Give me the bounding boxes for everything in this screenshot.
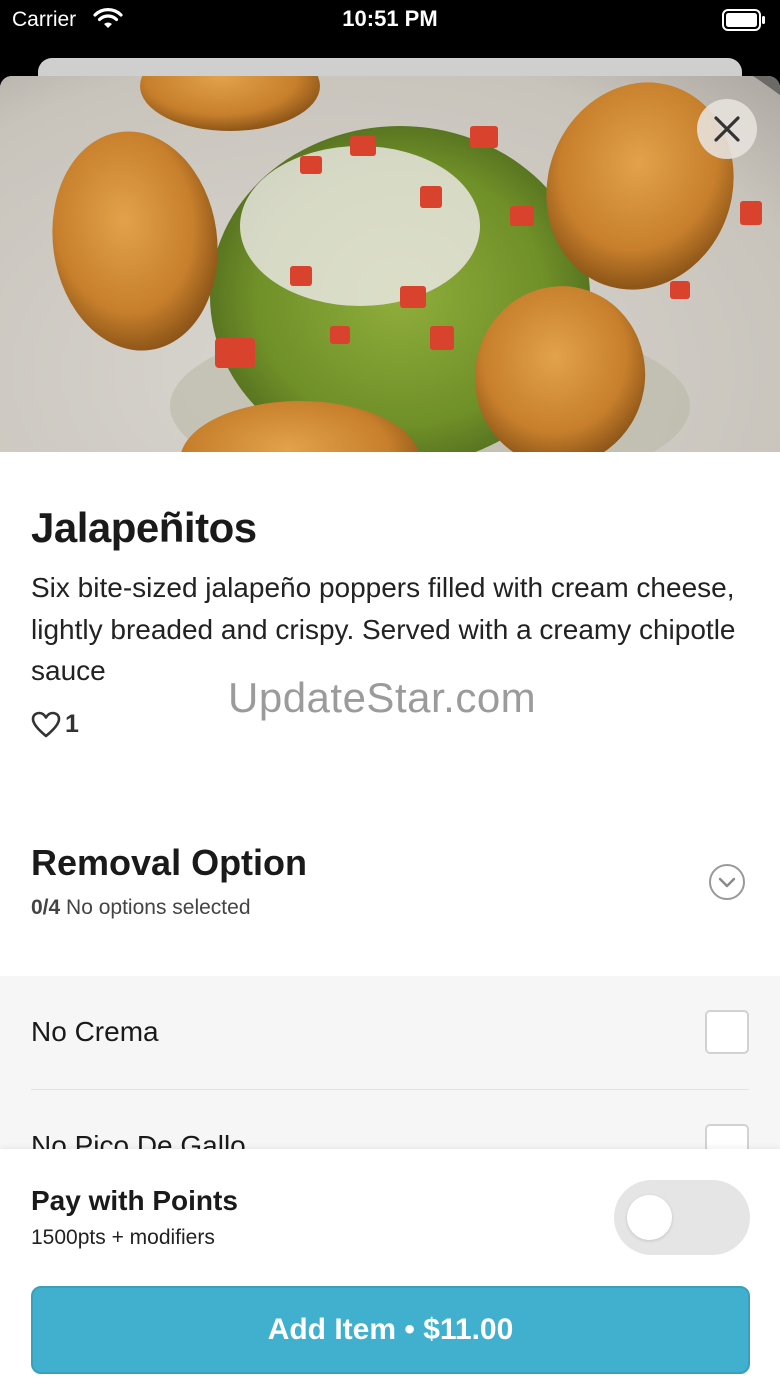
- item-description: Six bite-sized jalapeño poppers filled w…: [31, 572, 736, 686]
- close-icon: [714, 116, 740, 142]
- like-button[interactable]: 1: [31, 710, 79, 739]
- section-toggle[interactable]: [708, 863, 746, 901]
- option-row[interactable]: No Crema: [31, 976, 749, 1090]
- selection-status: No options selected: [66, 896, 251, 919]
- heart-icon: [31, 711, 61, 737]
- points-title: Pay with Points: [31, 1185, 238, 1216]
- checkout-panel: Pay with Points 1500pts + modifiers Add …: [0, 1149, 780, 1387]
- section-status: 0/4 No options selected: [31, 896, 251, 920]
- status-bar: Carrier 10:51 PM: [0, 0, 780, 56]
- selection-count: 0/4: [31, 896, 61, 919]
- item-detail-modal: Jalapeñitos Six bite-sized jalapeño popp…: [0, 76, 780, 1387]
- watermark: UpdateStar.com: [228, 674, 537, 721]
- close-button[interactable]: [697, 99, 757, 159]
- section-title: Removal Option: [31, 842, 308, 883]
- status-time: 10:51 PM: [342, 6, 438, 31]
- option-checkbox[interactable]: [705, 1010, 749, 1054]
- item-photo: [0, 76, 780, 452]
- chevron-down-icon: [709, 864, 745, 900]
- toggle-knob: [627, 1195, 672, 1240]
- item-title: Jalapeñitos: [31, 504, 257, 551]
- points-subtitle: 1500pts + modifiers: [31, 1226, 215, 1249]
- points-toggle[interactable]: [614, 1180, 750, 1255]
- add-item-button[interactable]: Add Item • $11.00: [31, 1286, 750, 1374]
- option-label: No Crema: [31, 1016, 159, 1047]
- likes-count: 1: [65, 710, 79, 738]
- battery-icon: [722, 9, 766, 36]
